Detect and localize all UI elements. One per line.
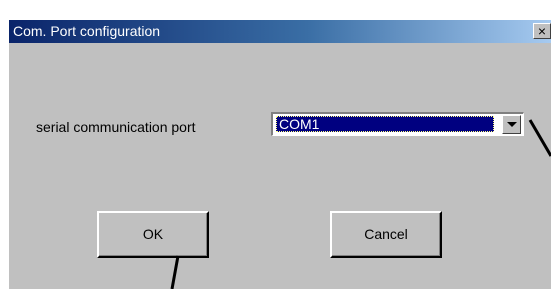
callout-lines — [170, 119, 551, 289]
callout-line-ok — [170, 255, 180, 289]
callout-line-dropdown — [528, 119, 551, 157]
